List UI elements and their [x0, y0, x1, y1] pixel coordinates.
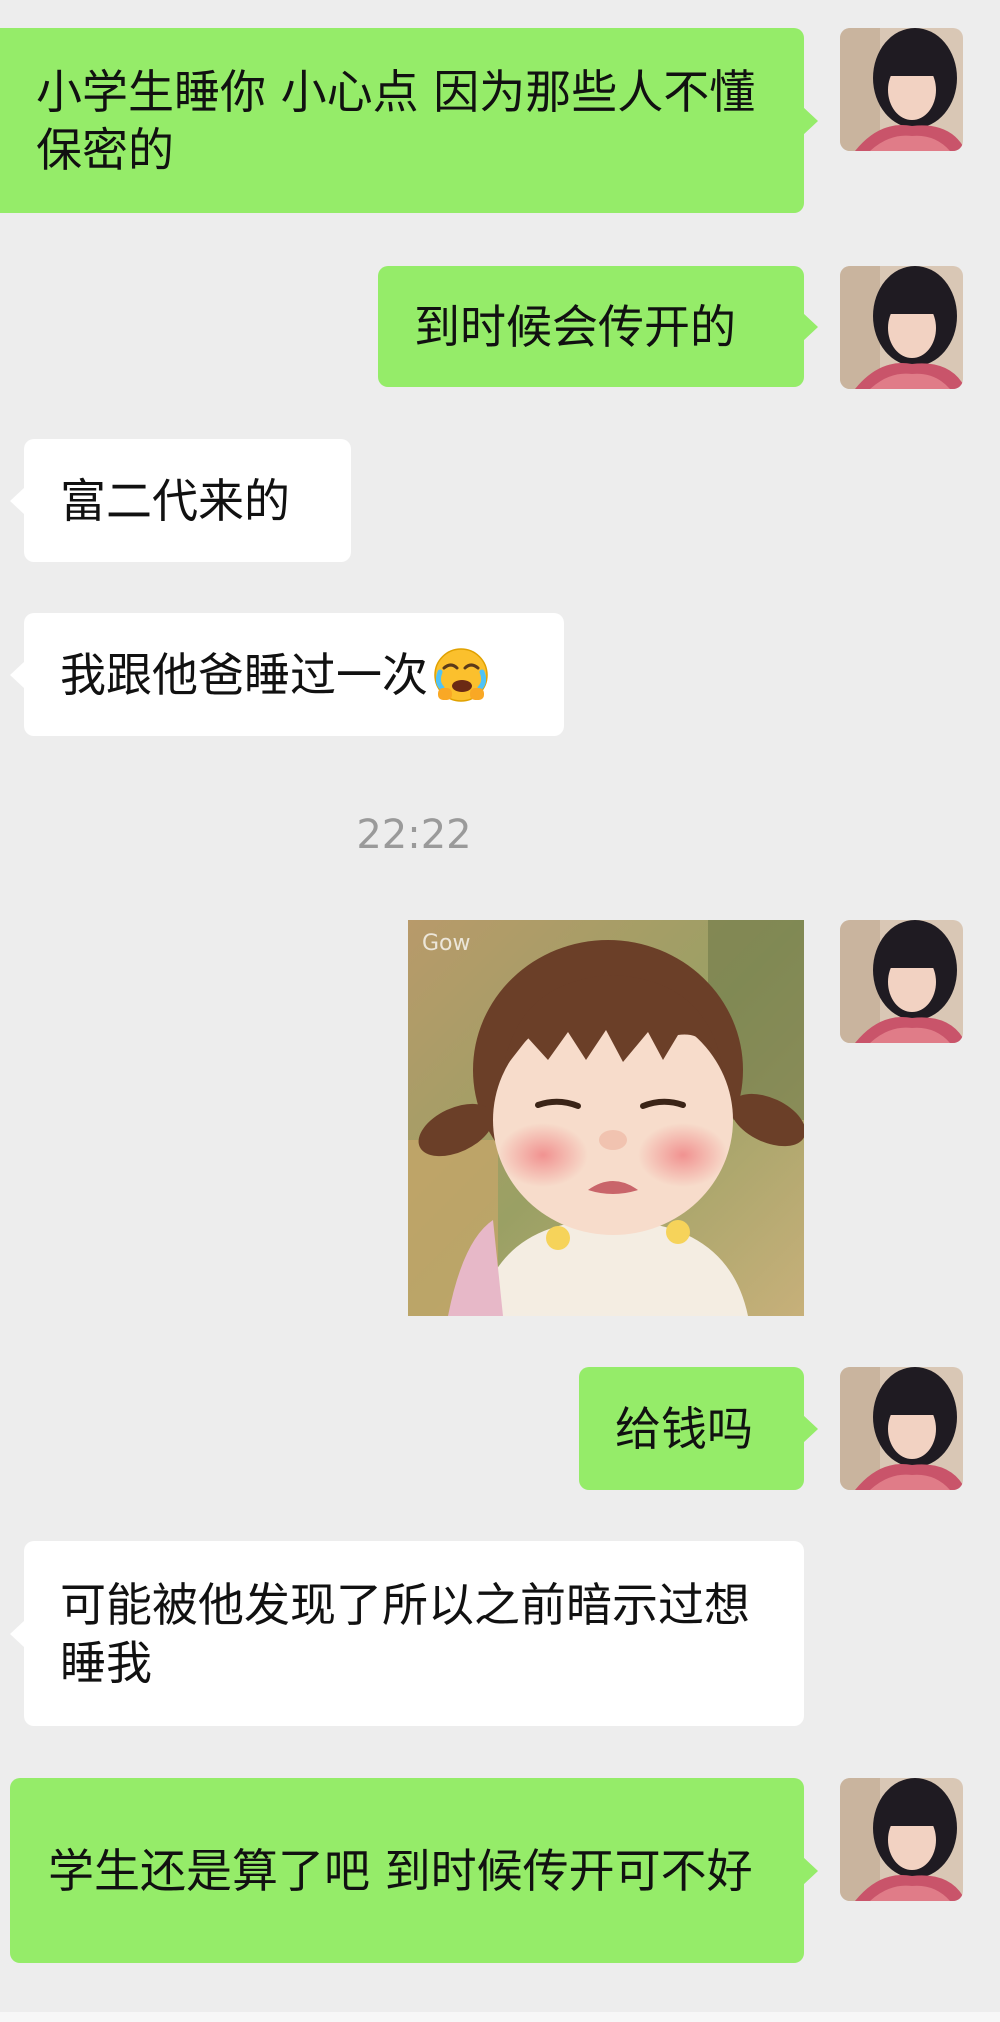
message-text: 富二代来的 [60, 473, 290, 528]
avatar-image [840, 1367, 963, 1490]
avatar[interactable] [840, 1778, 963, 1901]
message-bubble-sent[interactable]: 学生还是算了吧 到时候传开可不好 [10, 1778, 818, 1963]
avatar-image [840, 28, 963, 151]
avatar-image [840, 266, 963, 389]
avatar[interactable] [840, 920, 963, 1043]
message-text: 小学生睡你 小心点 因为那些人不懂保密的 [36, 64, 756, 177]
avatar[interactable] [840, 1367, 963, 1490]
message-bubble-received[interactable]: 富二代来的 [10, 439, 351, 562]
message-bubble-sent[interactable]: 到时候会传开的 [378, 266, 818, 387]
input-bar-edge [0, 2012, 1000, 2022]
message-timestamp: 22:22 [356, 812, 472, 858]
message-text: 可能被他发现了所以之前暗示过想睡我 [60, 1577, 750, 1690]
avatar[interactable] [840, 28, 963, 151]
message-text: 到时候会传开的 [414, 299, 736, 354]
sticker-watermark: Gow [422, 931, 471, 956]
avatar[interactable] [840, 266, 963, 389]
message-bubble-sent[interactable]: 小学生睡你 小心点 因为那些人不懂保密的 [0, 28, 818, 213]
laughing-crying-emoji-icon [434, 647, 488, 702]
message-bubble-received[interactable]: 我跟他爸睡过一次 [10, 613, 564, 736]
avatar-image [840, 920, 963, 1043]
chat-window[interactable]: 小学生睡你 小心点 因为那些人不懂保密的 到时候会传开的 富二代来的 我跟他爸睡… [0, 0, 1000, 2022]
message-bubble-sent[interactable]: 给钱吗 [579, 1367, 818, 1490]
avatar-image [840, 1778, 963, 1901]
sticker-image[interactable]: Gow [408, 920, 804, 1316]
message-text: 给钱吗 [615, 1401, 753, 1456]
message-text: 学生还是算了吧 到时候传开可不好 [48, 1843, 753, 1898]
message-bubble-received[interactable]: 可能被他发现了所以之前暗示过想睡我 [10, 1541, 804, 1726]
message-text: 我跟他爸睡过一次 [60, 647, 428, 702]
